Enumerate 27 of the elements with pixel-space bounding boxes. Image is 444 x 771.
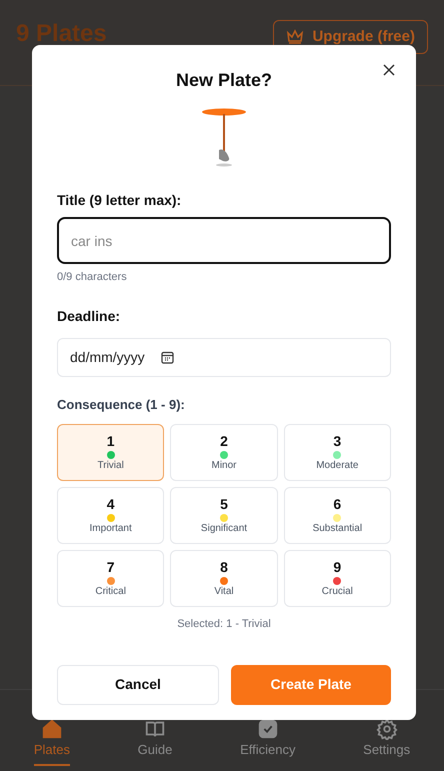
field-label: Consequence (1 - 9): [57, 396, 185, 414]
selection-summary: Selected: 1 - Trivial [177, 617, 271, 632]
close-icon [383, 64, 395, 76]
consequence-option[interactable]: 7 Critical [57, 550, 164, 607]
consequence-option[interactable]: 1 Trivial [57, 424, 164, 481]
nav-tab[interactable]: Guide [138, 718, 172, 766]
consequence-option[interactable]: 5 Significant [170, 487, 278, 544]
calendar-icon [160, 350, 174, 364]
field-label: Title (9 letter max): [57, 191, 182, 210]
settings-icon [376, 718, 398, 740]
title-input[interactable]: car ins [57, 217, 391, 264]
nav-tab[interactable]: Settings [363, 718, 410, 766]
consequence-option[interactable]: 4 Important [57, 487, 164, 544]
cancel-button[interactable]: Cancel [57, 664, 219, 704]
consequence-option[interactable]: 3 Moderate [284, 424, 391, 481]
check-icon [256, 718, 279, 740]
home-icon [40, 718, 63, 740]
date-field[interactable]: dd/mm/yyyy [57, 338, 391, 376]
crown-icon [286, 29, 304, 45]
consequence-option[interactable]: 8 Vital [170, 550, 278, 607]
consequence-option[interactable]: 6 Substantial [284, 487, 391, 544]
field-label: Deadline: [57, 306, 120, 326]
dialog-title: New Plate? [176, 69, 272, 92]
consequence-option[interactable]: 9 Crucial [284, 550, 391, 607]
character-counter: 0/9 characters [57, 270, 127, 285]
app-title: 9 Plates [16, 19, 107, 49]
consequence-option[interactable]: 2 Minor [170, 424, 278, 481]
